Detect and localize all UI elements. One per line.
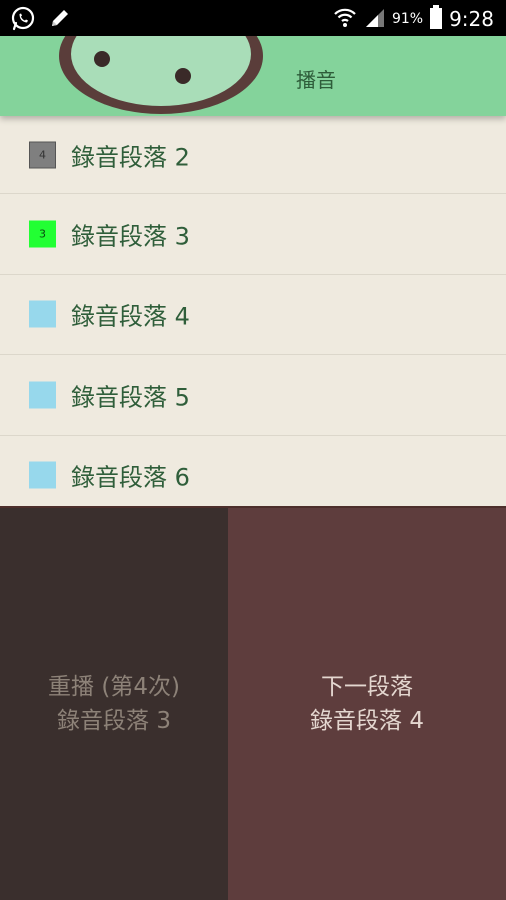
segment-label: 錄音段落 3 <box>71 222 190 251</box>
segment-color-swatch: 3 <box>29 220 56 248</box>
list-item-segment-4[interactable]: 錄音段落 4 <box>0 275 506 355</box>
next-button-segment: 錄音段落 4 <box>310 707 424 734</box>
whatsapp-icon <box>10 5 36 35</box>
face-logo-icon <box>52 36 270 116</box>
segment-label: 錄音段落 4 <box>71 302 190 331</box>
divider <box>0 506 506 508</box>
segment-label: 錄音段落 6 <box>71 463 190 492</box>
segment-label: 錄音段落 2 <box>71 143 190 171</box>
list-item-segment-2[interactable]: 4 錄音段落 2 <box>0 116 506 194</box>
battery-percent: 91% <box>391 11 424 27</box>
play-count-badge: 4 <box>39 148 46 161</box>
segment-color-swatch <box>29 381 56 409</box>
segment-color-swatch <box>29 461 56 489</box>
pencil-icon <box>48 6 72 34</box>
list-item-segment-5[interactable]: 錄音段落 5 <box>0 355 506 436</box>
segment-list[interactable]: 4 錄音段落 2 3 錄音段落 3 錄音段落 4 錄音段落 5 錄音段落 6 <box>0 116 506 506</box>
status-left-icons <box>10 5 72 35</box>
battery-icon <box>429 4 443 34</box>
list-item-segment-6[interactable]: 錄音段落 6 <box>0 436 506 507</box>
next-segment-button[interactable]: 下一段落 錄音段落 4 <box>228 507 506 900</box>
app-header: 播音 <box>0 36 506 116</box>
segment-label: 錄音段落 5 <box>71 383 190 412</box>
next-button-label: 下一段落 <box>321 673 413 700</box>
replay-button-segment: 錄音段落 3 <box>57 707 171 734</box>
segment-color-swatch: 4 <box>29 141 56 168</box>
replay-button-label: 重播 (第4次) <box>48 673 180 700</box>
page-title: 播音 <box>296 68 336 92</box>
segment-color-swatch <box>29 300 56 328</box>
list-item-segment-3[interactable]: 3 錄音段落 3 <box>0 194 506 275</box>
replay-button[interactable]: 重播 (第4次) 錄音段落 3 <box>0 507 228 900</box>
signal-icon <box>364 5 386 33</box>
status-right-icons: 91% 9:28 <box>332 4 494 34</box>
clock-time: 9:28 <box>449 7 494 31</box>
wifi-icon <box>332 4 358 34</box>
status-bar: 91% 9:28 <box>0 0 506 36</box>
play-count-badge: 3 <box>39 227 46 241</box>
